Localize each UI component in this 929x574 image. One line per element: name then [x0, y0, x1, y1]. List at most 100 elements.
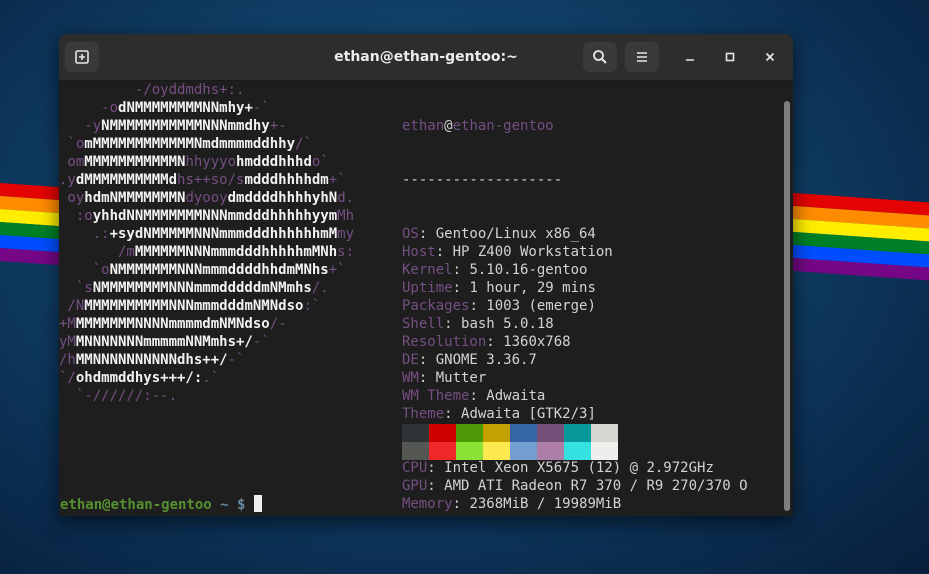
logo-segment: .`	[202, 370, 220, 386]
logo-segment: `/	[59, 370, 76, 386]
terminal-output[interactable]: -/oyddmdhs+:. -odNMMMMMMMMNNmhy+-` -yNMM…	[59, 81, 781, 516]
title-bar[interactable]: ethan@ethan-gentoo:~	[59, 34, 793, 81]
logo-segment: -`	[252, 100, 270, 116]
info-value: 1003 (emerge)	[486, 298, 596, 314]
logo-segment: -/oyddmdhs+:.	[59, 82, 245, 98]
scrollbar-thumb[interactable]	[784, 101, 790, 511]
info-field: DE: GNOME 3.36.7	[402, 352, 537, 368]
logo-segment: MMNNNNNNNNNNdhs++/	[75, 352, 228, 368]
logo-segment: `-//////:--.	[59, 388, 178, 404]
logo-segment: MMMMMMMNNNNmmmmdmNMNdso	[75, 316, 270, 332]
info-key: CPU	[402, 460, 428, 476]
logo-line: `sNMMMMMMMMNNNmmmdddddmNMmhs/.	[59, 279, 354, 297]
logo-line: yMMNNNNNNNmmmmmNNMmhs+/-`	[59, 333, 354, 351]
wallpaper-rainbow-right	[780, 192, 929, 282]
logo-segment: mMMMMMMMMMMMMNmdmmmmddhhy	[84, 136, 296, 152]
logo-segment: hs++so/s	[177, 172, 245, 188]
logo-segment: -`	[252, 334, 270, 350]
logo-segment: NMMMMMMMMNNNmmmdddddmNMmhs	[92, 280, 312, 296]
palette-swatch	[429, 442, 456, 460]
logo-segment: hmdddhhhd	[236, 154, 312, 170]
logo-segment: `o	[59, 136, 85, 152]
info-key: Memory	[402, 496, 453, 512]
logo-segment: Mh	[337, 208, 355, 224]
logo-segment: yM	[59, 334, 76, 350]
info-value: 1360x768	[503, 334, 571, 350]
palette-swatch	[591, 442, 618, 460]
new-tab-icon	[74, 49, 90, 65]
logo-line: /NMMMMMMMMMMNNNmmmdddmNMNdso:`	[59, 297, 354, 315]
logo-segment: +`	[328, 262, 346, 278]
logo-segment: .y	[59, 172, 76, 188]
logo-segment: mdddhhhhdm	[244, 172, 329, 188]
logo-segment: /`	[295, 136, 312, 152]
palette-swatch	[402, 442, 429, 460]
maximize-icon	[724, 48, 736, 67]
maximize-button[interactable]	[718, 45, 742, 69]
info-host: ethan-gentoo	[452, 118, 554, 134]
info-user: ethan	[402, 118, 445, 134]
logo-segment: MMMMMMNNNmmmdddhhhhhmMNh	[134, 244, 338, 260]
info-value: bash 5.0.18	[461, 316, 554, 332]
logo-segment: my	[337, 226, 355, 242]
new-tab-button[interactable]	[65, 42, 99, 72]
palette-swatch	[537, 442, 564, 460]
close-icon	[764, 48, 776, 67]
logo-segment: +sydNMMMMMNNNmmmdddhhhhhhmM	[109, 226, 338, 242]
logo-line: omMMMMMMMMMMMNhhyyyohmdddhhhdo`	[59, 153, 354, 171]
info-value: GNOME 3.36.7	[435, 352, 537, 368]
logo-segment: dyooy	[185, 190, 228, 206]
logo-line: .ydMMMMMMMMMMdhs++so/smdddhhhhdm+`	[59, 171, 354, 189]
logo-line: -yNMMMMMMMMMMMNNNmmdhy+-	[59, 117, 354, 135]
logo-segment: /-	[269, 316, 287, 332]
logo-segment: +M	[59, 316, 76, 332]
gentoo-ascii-logo: -/oyddmdhs+:. -odNMMMMMMMMNNmhy+-` -yNMM…	[59, 81, 354, 405]
scrollbar[interactable]	[783, 84, 791, 512]
info-field: Memory: 2368MiB / 19989MiB	[402, 496, 622, 512]
minimize-button[interactable]	[678, 45, 702, 69]
logo-segment: dMMMMMMMMMMd	[75, 172, 178, 188]
terminal-window: ethan@ethan-gentoo:~ -/oyddmdhs+:. -odNM…	[59, 34, 793, 516]
info-field: OS: Gentoo/Linux x86_64	[402, 226, 596, 242]
palette-swatch	[483, 424, 510, 442]
palette-swatch	[537, 424, 564, 442]
prompt-path: ~	[220, 497, 229, 513]
info-field: Resolution: 1360x768	[402, 334, 571, 350]
info-value: 5.10.16-gentoo	[469, 262, 588, 278]
logo-line: -/oyddmdhs+:.	[59, 81, 354, 99]
logo-segment: /N	[59, 298, 85, 314]
info-key: Uptime	[402, 280, 453, 296]
info-key: Kernel	[402, 262, 453, 278]
close-button[interactable]	[758, 45, 782, 69]
logo-segment: :`	[303, 298, 321, 314]
info-key: DE	[402, 352, 419, 368]
info-field: Packages: 1003 (emerge)	[402, 298, 596, 314]
search-icon	[592, 49, 608, 65]
info-key: Packages	[402, 298, 470, 314]
search-button[interactable]	[583, 42, 617, 72]
logo-segment: /h	[59, 352, 76, 368]
info-value: AMD ATI Radeon R7 370 / R9 270/370 O	[444, 478, 748, 494]
info-value: Adwaita [GTK2/3]	[461, 406, 596, 422]
info-value: 2368MiB / 19989MiB	[469, 496, 622, 512]
logo-segment: +`	[328, 172, 346, 188]
logo-segment: +-	[269, 118, 287, 134]
logo-segment: :o	[59, 208, 93, 224]
hamburger-menu-icon	[635, 50, 649, 64]
logo-line: :oyhhdNNMMMMMMMNNNmmdddhhhhhyymMh	[59, 207, 354, 225]
palette-swatch	[483, 442, 510, 460]
shell-prompt[interactable]: ethan@ethan-gentoo ~ $	[60, 495, 262, 514]
info-field: WM Theme: Adwaita	[402, 388, 546, 404]
info-value: Gentoo/Linux x86_64	[435, 226, 596, 242]
logo-line: /mMMMMMMNNNmmmdddhhhhhmMNhs:	[59, 243, 354, 261]
info-field: Theme: Adwaita [GTK2/3]	[402, 406, 596, 422]
logo-segment: hhyyyo	[185, 154, 237, 170]
logo-segment: MMMMMMMMMMNNNmmmdddmNMNdso	[84, 298, 304, 314]
user-host-line: ethan@ethan-gentoo	[402, 117, 748, 135]
menu-button[interactable]	[625, 42, 659, 72]
palette-swatch	[429, 424, 456, 442]
logo-line: -odNMMMMMMMMNNmhy+-`	[59, 99, 354, 117]
logo-segment: ohdmmddhys+++/:	[75, 370, 203, 386]
info-field: WM: Mutter	[402, 370, 487, 386]
logo-segment: o`	[311, 154, 329, 170]
